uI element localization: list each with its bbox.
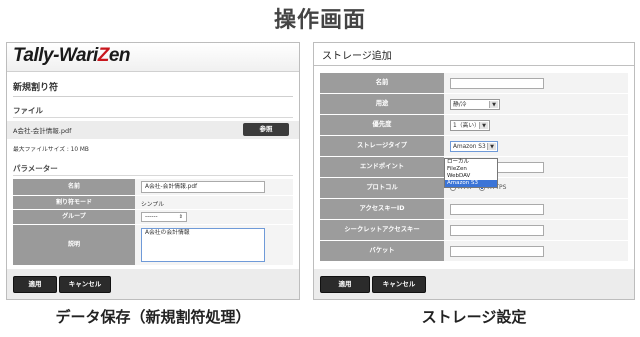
max-file-size: 最大ファイルサイズ : 10 MB [13, 147, 89, 153]
param-value-cell: A会社の会計情報 [135, 225, 293, 265]
bucket-input[interactable] [450, 246, 544, 257]
left-caption: データ保存（新規割符処理） [55, 308, 251, 326]
access-key-input[interactable] [450, 204, 544, 215]
storage-name-input[interactable] [450, 78, 544, 89]
param-row-mode: 割り符モード シンプル [13, 196, 293, 210]
form-footer: 適用 キャンセル [7, 269, 299, 299]
storage-row-access-key: アクセスキーID [320, 199, 628, 219]
group-select[interactable]: ------ ⇕ [141, 212, 187, 222]
storage-row-secret-key: シークレットアクセスキー [320, 220, 628, 240]
page-title: 操作画面 [273, 8, 366, 33]
field-label: アクセスキーID [320, 199, 444, 219]
select-arrows-icon: ⇕ [178, 214, 183, 220]
right-caption: ストレージ設定 [421, 308, 527, 326]
cancel-button[interactable]: キャンセル [372, 276, 426, 293]
field-value-cell [444, 241, 628, 261]
storage-row-name: 名前 [320, 73, 628, 93]
param-value-cell: ------ ⇕ [135, 210, 293, 224]
param-label: 名前 [13, 179, 135, 195]
dropdown-option[interactable]: ローカル [445, 159, 497, 166]
param-label: グループ [13, 210, 135, 224]
field-value-cell [444, 220, 628, 240]
apply-button[interactable]: 適用 [320, 276, 370, 293]
form-title: 新規割り符 [13, 83, 59, 93]
field-label: ストレージタイプ [320, 136, 444, 156]
field-label: 用途 [320, 94, 444, 114]
chevron-down-icon: ▼ [489, 101, 498, 108]
storage-row-bucket: バケット [320, 241, 628, 261]
param-row-description: 説明 A会社の会計情報 [13, 225, 293, 266]
field-value-cell [444, 73, 628, 93]
param-section-heading: パラメーター [13, 164, 58, 173]
cancel-button[interactable]: キャンセル [59, 276, 111, 293]
divider [13, 175, 293, 176]
new-tally-panel: Tally-WariZen 新規割り符 ファイル A会社-会計情報.pdf 参照… [6, 42, 300, 300]
add-storage-panel: ストレージ追加 名前 用途 静/冷 ▼ 優先度 1（高い） ▼ ストレージタイプ A… [313, 42, 635, 300]
file-section-heading: ファイル [13, 106, 43, 115]
storage-row-usage: 用途 静/冷 ▼ [320, 94, 628, 114]
field-value-cell: 静/冷 ▼ [444, 94, 628, 114]
field-label: エンドポイント [320, 157, 444, 177]
apply-button[interactable]: 適用 [13, 276, 57, 293]
field-label: バケット [320, 241, 444, 261]
secret-key-input[interactable] [450, 225, 544, 236]
param-label: 説明 [13, 225, 135, 265]
storage-row-type: ストレージタイプ Amazon S3 ▼ [320, 136, 628, 156]
browse-button[interactable]: 参照 [243, 123, 289, 136]
storage-type-dropdown: ローカル FileZen WebDAV Amazon S3 [444, 158, 498, 188]
field-label: 名前 [320, 73, 444, 93]
form-footer: 適用 キャンセル [314, 269, 634, 299]
storage-row-priority: 優先度 1（高い） ▼ [320, 115, 628, 135]
brand-logo: Tally-WariZen [13, 45, 131, 66]
param-row-name: 名前 A会社-会計情報.pdf [13, 179, 293, 196]
brand-header: Tally-WariZen [7, 43, 299, 72]
divider [13, 117, 293, 118]
chevron-down-icon: ▼ [479, 122, 488, 129]
chevron-down-icon: ▼ [487, 143, 496, 150]
name-input[interactable]: A会社-会計情報.pdf [141, 181, 265, 193]
field-value-cell: 1（高い） ▼ [444, 115, 628, 135]
storage-type-select[interactable]: Amazon S3 ▼ [450, 141, 498, 152]
divider [13, 96, 293, 97]
description-textarea[interactable]: A会社の会計情報 [141, 228, 265, 262]
usage-select[interactable]: 静/冷 ▼ [450, 99, 500, 110]
dropdown-option-selected[interactable]: Amazon S3 [445, 180, 497, 187]
dropdown-option[interactable]: FileZen [445, 166, 497, 173]
param-label: 割り符モード [13, 196, 135, 209]
field-label: シークレットアクセスキー [320, 220, 444, 240]
param-value-cell: シンプル [135, 196, 293, 209]
panel-title: ストレージ追加 [322, 51, 392, 62]
field-label: 優先度 [320, 115, 444, 135]
tally-mode-value: シンプル [141, 202, 165, 208]
dropdown-option[interactable]: WebDAV [445, 173, 497, 180]
selected-file-name: A会社-会計情報.pdf [13, 127, 72, 135]
field-value-cell [444, 199, 628, 219]
param-row-group: グループ ------ ⇕ [13, 210, 293, 225]
field-label: プロトコル [320, 178, 444, 198]
panel-header: ストレージ追加 [314, 43, 634, 66]
param-value-cell: A会社-会計情報.pdf [135, 179, 293, 195]
field-value-cell: Amazon S3 ▼ [444, 136, 628, 156]
priority-select[interactable]: 1（高い） ▼ [450, 120, 490, 131]
